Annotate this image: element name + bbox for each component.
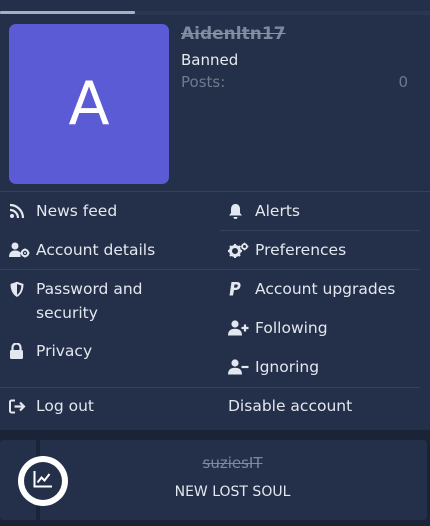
- menu-log-out-label: Log out: [36, 397, 94, 415]
- menu-alerts-label: Alerts: [255, 202, 300, 220]
- user-minus-icon: [228, 355, 250, 379]
- menu-account-details-label: Account details: [36, 241, 156, 259]
- menu-disable-account-label: Disable account: [228, 397, 353, 415]
- menu-following[interactable]: Following: [228, 316, 328, 340]
- menu-ignoring[interactable]: Ignoring: [228, 355, 319, 379]
- menu-account-upgrades-label: Account upgrades: [255, 280, 396, 298]
- menu-news-feed[interactable]: News feed: [9, 199, 117, 223]
- paypal-icon: [228, 277, 250, 301]
- menu-preferences-label: Preferences: [255, 241, 347, 259]
- sign-out-icon: [9, 394, 31, 418]
- menu-following-label: Following: [255, 319, 328, 337]
- member-username[interactable]: suziesIT: [0, 454, 430, 472]
- menu-password-security-label: Password and security: [36, 280, 143, 322]
- divider: [220, 269, 420, 270]
- profile-username[interactable]: Aidenltn17: [181, 24, 286, 44]
- menu-log-out[interactable]: Log out: [9, 394, 94, 418]
- menu-preferences[interactable]: Preferences: [228, 238, 346, 262]
- member-title: NEW LOST SOUL: [174, 484, 291, 500]
- posts-count: 0: [398, 73, 408, 91]
- divider: [220, 230, 420, 231]
- cogs-icon: [228, 238, 250, 262]
- menu-privacy-label: Privacy: [36, 342, 93, 360]
- menu-news-feed-label: News feed: [36, 202, 118, 220]
- user-role: Banned: [181, 51, 239, 69]
- top-strip: [135, 11, 430, 15]
- user-cog-icon: [9, 238, 31, 262]
- menu-account-upgrades[interactable]: Account upgrades: [228, 277, 395, 301]
- lock-icon: [9, 339, 31, 363]
- shield-icon: [9, 277, 31, 301]
- menu-privacy[interactable]: Privacy: [9, 339, 92, 363]
- bell-icon: [228, 199, 250, 223]
- divider: [0, 191, 430, 192]
- menu-disable-account[interactable]: Disable account: [228, 394, 352, 418]
- scroll-indicator: [0, 11, 135, 14]
- menu-alerts[interactable]: Alerts: [228, 199, 300, 223]
- user-plus-icon: [228, 316, 250, 340]
- divider: [0, 387, 420, 388]
- menu-ignoring-label: Ignoring: [255, 358, 320, 376]
- menu-account-details[interactable]: Account details: [9, 238, 155, 262]
- menu-password-security[interactable]: Password and security: [9, 277, 209, 325]
- posts-label: Posts:: [181, 73, 226, 91]
- rss-icon: [9, 199, 31, 223]
- avatar-letter: A: [68, 69, 110, 139]
- divider: [0, 269, 220, 270]
- avatar[interactable]: A: [9, 24, 169, 184]
